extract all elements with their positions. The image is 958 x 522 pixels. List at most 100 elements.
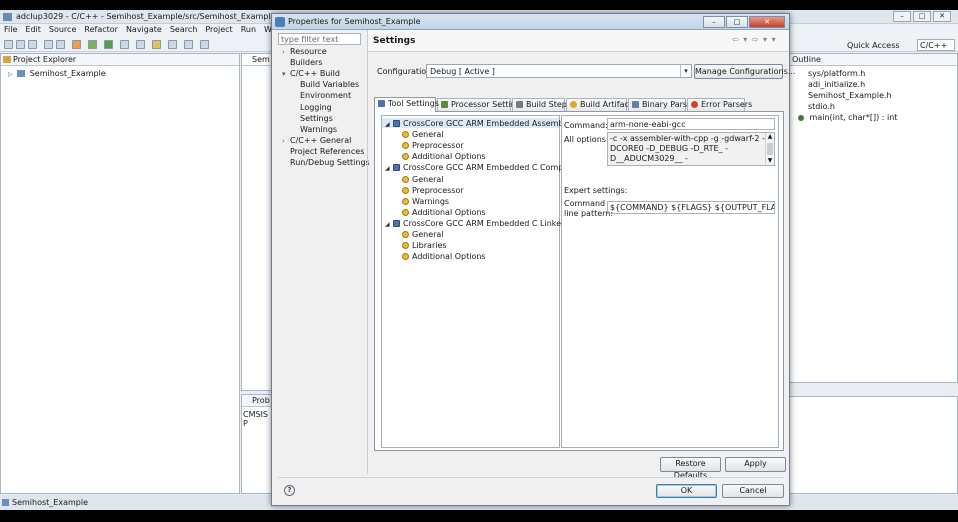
project-icon bbox=[17, 70, 26, 77]
nav-item-logging[interactable]: Logging bbox=[300, 103, 332, 112]
nav-item-warnings[interactable]: Warnings bbox=[300, 125, 337, 134]
nav-item-builders[interactable]: Builders bbox=[282, 58, 322, 67]
problems-tab[interactable]: Prob bbox=[242, 395, 271, 407]
nav-item-environment[interactable]: Environment bbox=[300, 91, 351, 100]
tool-option-node[interactable]: Additional Options bbox=[402, 208, 486, 217]
build-all-icon[interactable] bbox=[56, 40, 65, 49]
scroll-down-icon[interactable]: ▼ bbox=[766, 157, 774, 165]
dialog-maximize-button[interactable]: □ bbox=[726, 16, 748, 28]
open-file-icon[interactable] bbox=[168, 40, 177, 49]
history-nav-arrows[interactable]: ⇦ ▾ ⇨ ▾ ▾ bbox=[732, 35, 777, 44]
collapse-arrow-icon[interactable]: ◢ bbox=[385, 221, 393, 228]
tab-tool-settings[interactable]: Tool Settings bbox=[374, 97, 439, 112]
debug-icon[interactable] bbox=[88, 40, 97, 49]
menu-item-navigate[interactable]: Navigate bbox=[122, 24, 166, 34]
build-icon[interactable] bbox=[44, 40, 53, 49]
nav-item-c-c-general[interactable]: › C/C++ General bbox=[282, 136, 351, 145]
restore-defaults-button[interactable]: Restore Defaults bbox=[660, 457, 721, 480]
external-tools-icon[interactable] bbox=[120, 40, 129, 49]
hammer-icon[interactable] bbox=[72, 40, 81, 49]
nav-item-label: Settings bbox=[300, 113, 333, 123]
tool-option-node[interactable]: Additional Options bbox=[402, 152, 486, 161]
help-icon[interactable]: ? bbox=[284, 485, 295, 496]
close-button[interactable]: ✕ bbox=[933, 11, 951, 22]
scroll-up-icon[interactable]: ▲ bbox=[766, 133, 774, 141]
nav-item-resource[interactable]: › Resource bbox=[282, 47, 327, 56]
cancel-button[interactable]: Cancel bbox=[722, 484, 784, 498]
chevron-down-icon[interactable]: ▾ bbox=[680, 65, 691, 77]
outline-item[interactable]: adi_initialize.h bbox=[808, 80, 865, 89]
nav-item-settings[interactable]: Settings bbox=[300, 114, 333, 123]
tool-node[interactable]: ◢ CrossCore GCC ARM Embedded C Compiler bbox=[385, 163, 576, 172]
tab-processor-settings[interactable]: Processor Settings bbox=[437, 98, 525, 111]
command-line-pattern-input[interactable]: ${COMMAND} ${FLAGS} ${OUTPUT_FLAG} ${OUT… bbox=[607, 201, 775, 214]
scroll-thumb[interactable] bbox=[767, 143, 773, 155]
outline-item[interactable]: main(int, char*[]) : int bbox=[798, 113, 897, 122]
collapse-arrow-icon[interactable]: ◢ bbox=[385, 121, 393, 128]
menu-item-edit[interactable]: Edit bbox=[21, 24, 45, 34]
chevron-down-icon[interactable]: ▾ bbox=[282, 70, 290, 78]
tool-node[interactable]: ◢ CrossCore GCC ARM Embedded Assembler bbox=[385, 119, 574, 128]
all-options-text[interactable]: -c -x assembler-with-cpp -g -gdwarf-2 - … bbox=[607, 132, 775, 166]
tool-option-node[interactable]: Libraries bbox=[402, 241, 447, 250]
menu-item-file[interactable]: File bbox=[0, 24, 21, 34]
open-type-icon[interactable] bbox=[152, 40, 161, 49]
option-category-icon bbox=[402, 197, 409, 205]
menu-item-refactor[interactable]: Refactor bbox=[80, 24, 122, 34]
nav-item-label: Logging bbox=[300, 102, 332, 112]
apply-button[interactable]: Apply bbox=[725, 457, 786, 472]
perspective-cpp-button[interactable]: C/C++ bbox=[917, 39, 955, 51]
ok-button[interactable]: OK bbox=[656, 484, 717, 498]
tab-build-artifact[interactable]: Build Artifact bbox=[566, 98, 632, 111]
outline-tab[interactable]: Outline bbox=[790, 54, 957, 66]
tab-build-steps[interactable]: Build Steps bbox=[512, 98, 571, 111]
maximize-button[interactable]: □ bbox=[913, 11, 931, 22]
menu-item-source[interactable]: Source bbox=[45, 24, 80, 34]
quick-access-field[interactable]: Quick Access bbox=[847, 41, 900, 50]
nav-item-project-references[interactable]: Project References bbox=[282, 147, 364, 156]
collapse-arrow-icon[interactable]: ◢ bbox=[385, 165, 393, 172]
all-options-scrollbar[interactable]: ▲ ▼ bbox=[765, 133, 774, 165]
nav-item-c-c-build[interactable]: ▾ C/C++ Build bbox=[282, 69, 340, 78]
tool-option-node[interactable]: Additional Options bbox=[402, 252, 486, 261]
outline-item[interactable]: stdio.h bbox=[808, 102, 835, 111]
new-icon[interactable] bbox=[4, 40, 13, 49]
project-item-label: Semihost_Example bbox=[29, 69, 106, 78]
minimize-button[interactable]: – bbox=[893, 11, 911, 22]
dialog-sash[interactable] bbox=[367, 30, 368, 474]
tool-option-node[interactable]: Preprocessor bbox=[402, 141, 464, 150]
chevron-right-icon[interactable]: › bbox=[282, 137, 290, 145]
project-explorer-tab[interactable]: Project Explorer bbox=[1, 54, 239, 66]
tool-option-node[interactable]: General bbox=[402, 175, 444, 184]
tool-option-node[interactable]: Preprocessor bbox=[402, 186, 464, 195]
dialog-close-button[interactable]: ✕ bbox=[749, 16, 785, 28]
save-all-icon[interactable] bbox=[28, 40, 37, 49]
outline-item[interactable]: sys/platform.h bbox=[808, 69, 865, 78]
project-item[interactable]: ▷ Semihost_Example bbox=[8, 69, 106, 78]
nav-item-build-variables[interactable]: Build Variables bbox=[300, 80, 359, 89]
search-icon[interactable] bbox=[136, 40, 145, 49]
tool-option-node[interactable]: Warnings bbox=[402, 197, 449, 206]
configuration-select[interactable]: Debug [ Active ] ▾ bbox=[426, 64, 692, 78]
next-annotation-icon[interactable] bbox=[184, 40, 193, 49]
tab-error-parsers[interactable]: Error Parsers bbox=[687, 98, 752, 111]
manage-configurations-button[interactable]: Manage Configurations... bbox=[694, 64, 795, 79]
command-input[interactable]: arm-none-eabi-gcc bbox=[607, 118, 775, 130]
save-icon[interactable] bbox=[16, 40, 25, 49]
chevron-right-icon[interactable]: › bbox=[282, 48, 290, 56]
tool-option-node[interactable]: General bbox=[402, 230, 444, 239]
tool-node[interactable]: ◢ CrossCore GCC ARM Embedded C Linker bbox=[385, 219, 564, 228]
nav-item-run-debug-settings[interactable]: Run/Debug Settings bbox=[282, 158, 370, 167]
back-icon[interactable] bbox=[200, 40, 209, 49]
dialog-minimize-button[interactable]: – bbox=[703, 16, 725, 28]
run-icon[interactable] bbox=[104, 40, 113, 49]
menu-item-search[interactable]: Search bbox=[166, 24, 201, 34]
outline-item[interactable]: Semihost_Example.h bbox=[808, 91, 892, 100]
tool-option-node[interactable]: General bbox=[402, 130, 444, 139]
tab-binary-parsers[interactable]: Binary Parsers bbox=[628, 98, 699, 111]
menu-item-project[interactable]: Project bbox=[201, 24, 236, 34]
editor-tab[interactable]: Sem bbox=[242, 54, 271, 66]
menu-item-run[interactable]: Run bbox=[237, 24, 260, 34]
expand-arrow-icon[interactable]: ▷ bbox=[8, 71, 13, 78]
filter-input[interactable]: type filter text bbox=[278, 33, 361, 45]
